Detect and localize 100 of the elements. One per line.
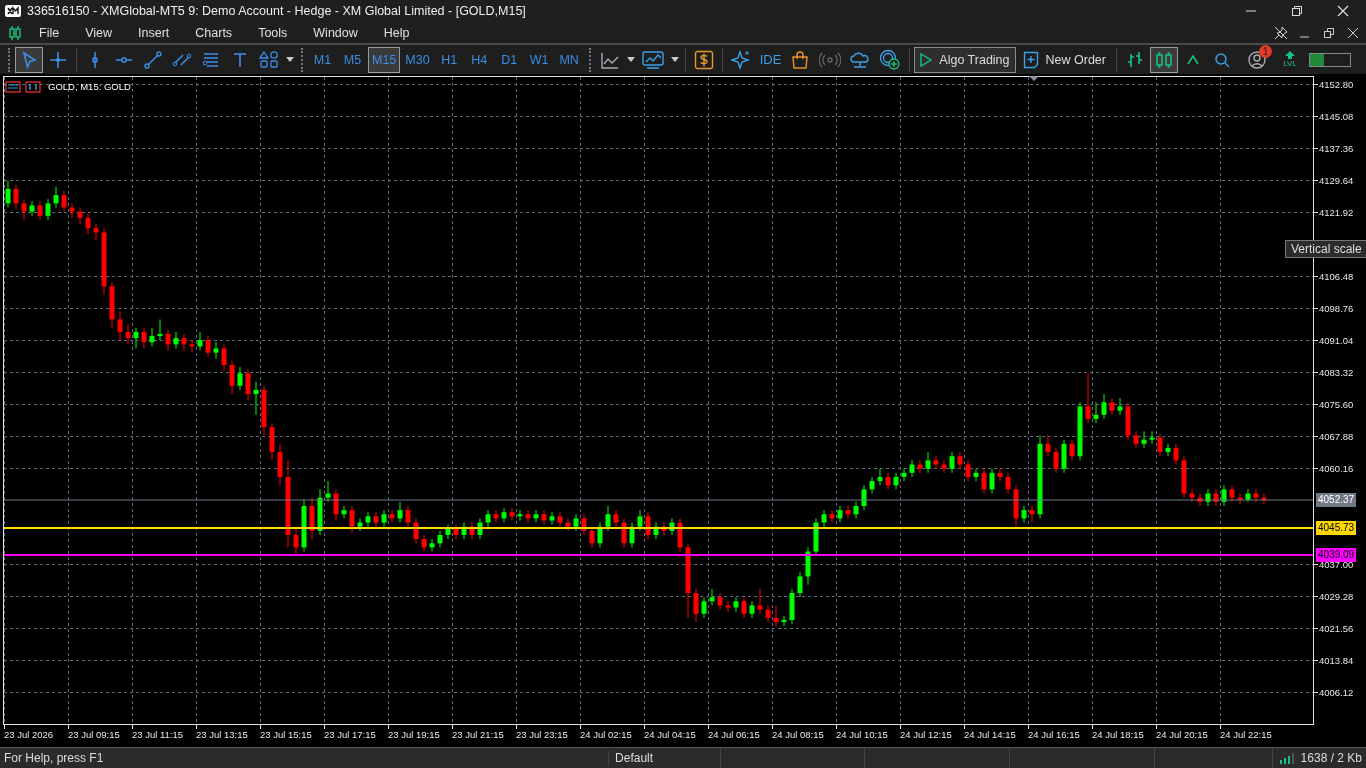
candlestick: [949, 451, 955, 474]
candlestick: [485, 509, 491, 528]
candlestick: [85, 213, 91, 235]
timeframe-button[interactable]: D1: [494, 46, 524, 73]
candlestick: [869, 476, 875, 495]
candlestick: [853, 501, 859, 519]
candlestick: [237, 366, 243, 391]
timeframe-button[interactable]: W1: [524, 46, 554, 73]
timeframe-button[interactable]: H4: [464, 46, 494, 73]
candlestick: [117, 310, 123, 341]
algo-trading-button[interactable]: Algo Trading: [914, 46, 1016, 73]
candlestick: [965, 459, 971, 482]
menu-item[interactable]: Insert: [127, 23, 181, 42]
candlestick: [541, 509, 547, 526]
time-label: 23 Jul 23:15: [516, 729, 568, 740]
timeframe-button[interactable]: H1: [434, 46, 464, 73]
close-icon[interactable]: [1347, 26, 1359, 39]
candlestick: [221, 343, 227, 372]
candlestick: [925, 451, 931, 474]
candlestick: [693, 588, 699, 623]
candlestick: [1045, 435, 1051, 457]
pin-icon[interactable]: [1274, 25, 1288, 40]
candlestick: [189, 339, 195, 354]
candlestick: [1085, 372, 1091, 424]
restore-icon[interactable]: [1291, 5, 1303, 17]
candlestick: [517, 509, 523, 521]
candlestick: [1069, 439, 1075, 461]
cursor-icon[interactable]: [15, 46, 43, 73]
candlestick: [1101, 393, 1107, 420]
candlestick: [213, 341, 219, 360]
menu-item[interactable]: View: [74, 23, 124, 42]
level-button[interactable]: LVL: [1275, 46, 1304, 73]
menu-item[interactable]: Help: [372, 23, 421, 42]
status-help: For Help, press F1: [3, 751, 105, 765]
ide-button[interactable]: IDE: [755, 46, 786, 73]
time-label: 24 Jul 06:15: [708, 729, 760, 740]
profile-button[interactable]: 1: [1242, 46, 1271, 73]
timeframe-button[interactable]: M5: [338, 46, 367, 73]
price-label: 4106.48: [1319, 271, 1354, 282]
candlestick-icon[interactable]: [1149, 46, 1178, 73]
close-icon[interactable]: [1337, 5, 1349, 17]
candlestick: [1093, 401, 1099, 424]
candlestick: [365, 511, 371, 528]
candlestick: [205, 335, 211, 358]
candlestick: [293, 526, 299, 557]
candlestick: [61, 190, 67, 213]
candlestick: [173, 331, 179, 349]
candlestick: [837, 505, 843, 524]
candlestick: [1109, 397, 1115, 416]
candlestick: [645, 511, 651, 540]
new-order-button[interactable]: New Order: [1016, 46, 1112, 73]
time-label: 24 Jul 04:15: [644, 729, 696, 740]
menu-item[interactable]: Charts: [184, 23, 244, 42]
candlestick: [893, 472, 899, 490]
candlestick: [1189, 488, 1195, 503]
candlestick: [933, 455, 939, 470]
candlestick: [165, 329, 171, 352]
candlestick: [37, 200, 43, 221]
timeframe-button[interactable]: M30: [401, 46, 434, 73]
candlestick: [1149, 430, 1155, 445]
candlestick: [765, 604, 771, 623]
timeframe-button[interactable]: MN: [554, 46, 584, 73]
restore-icon[interactable]: [1323, 26, 1335, 39]
timeframe-button[interactable]: M1: [308, 46, 337, 73]
candlestick: [245, 368, 251, 401]
status-profile: Default: [608, 751, 720, 765]
timeframe-button[interactable]: M15: [368, 46, 401, 73]
price-label: 4021.56: [1319, 623, 1354, 634]
price-tag: 4039.09: [1316, 548, 1357, 563]
caret-icon[interactable]: [670, 57, 679, 63]
candlestick: [229, 360, 235, 395]
candlestick: [829, 509, 835, 524]
caret-icon[interactable]: [286, 57, 294, 63]
notification-badge: 1: [1258, 44, 1272, 58]
time-label: 24 Jul 08:15: [772, 729, 824, 740]
candlestick: [253, 381, 259, 416]
candlestick: [1173, 443, 1179, 466]
candlestick: [325, 480, 331, 503]
candlestick: [133, 327, 139, 349]
time-label: 24 Jul 12:15: [900, 729, 952, 740]
tooltip: Vertical scale: [1285, 240, 1366, 258]
price-label: 4013.84: [1319, 655, 1354, 666]
menu-item[interactable]: Tools: [247, 23, 299, 42]
price-label: 4121.92: [1319, 207, 1354, 218]
menu-item[interactable]: Window: [302, 23, 369, 42]
price-tag: 4052.37: [1316, 493, 1357, 508]
status-traffic: 1638 / 2 Kb: [1299, 751, 1363, 765]
caret-icon[interactable]: [626, 57, 635, 63]
candlestick: [741, 596, 747, 619]
menu-item[interactable]: File: [28, 23, 71, 42]
document-plus-icon: [1022, 50, 1039, 69]
candlestick: [1133, 430, 1139, 449]
price-label: 4098.76: [1319, 303, 1354, 314]
candlestick: [421, 534, 427, 553]
candlestick: [341, 505, 347, 519]
candlestick: [605, 505, 611, 532]
candlestick: [877, 468, 883, 486]
time-label: 23 Jul 17:15: [324, 729, 376, 740]
price-label: 4029.28: [1319, 591, 1354, 602]
time-label: 23 Jul 19:15: [388, 729, 440, 740]
